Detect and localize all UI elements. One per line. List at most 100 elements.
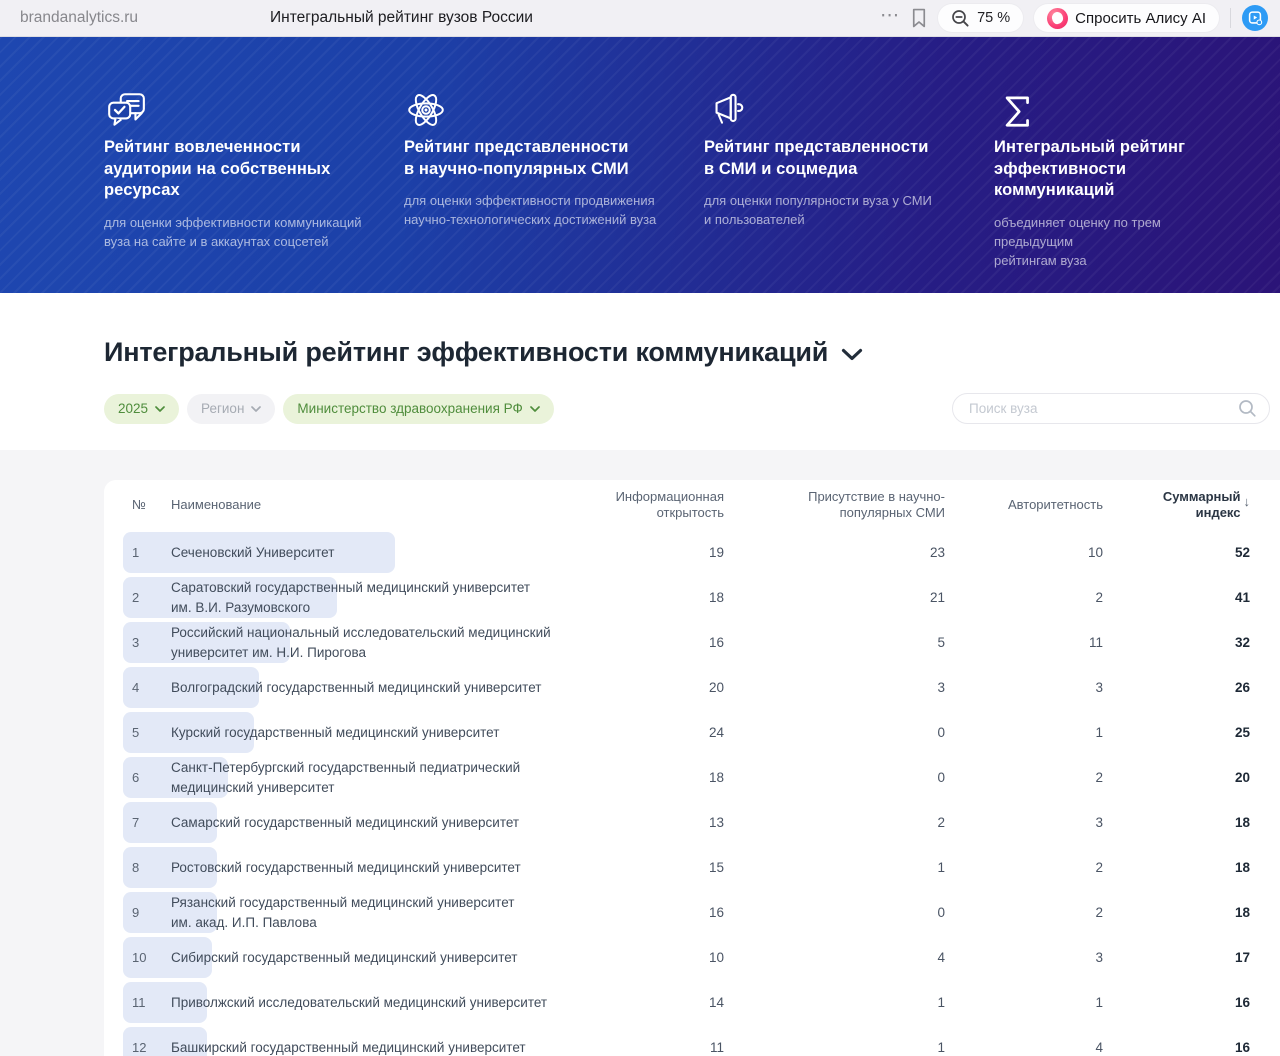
value-total-index: 26 — [1103, 680, 1250, 695]
table-row[interactable]: 9Рязанский государственный медицинский у… — [123, 890, 1250, 935]
value-authority: 3 — [945, 680, 1103, 695]
value-scipop-media: 1 — [724, 860, 945, 875]
alice-button-label: Спросить Алису AI — [1075, 10, 1206, 27]
chat-bubbles-icon — [104, 89, 374, 131]
university-name: Российский национальный исследовательски… — [171, 623, 601, 662]
rank-cell: 8 — [123, 860, 171, 875]
page-header-section: Интегральный рейтинг эффективности комму… — [0, 293, 1280, 450]
university-name: Саратовский государственный медицинский … — [171, 578, 601, 617]
table-row[interactable]: 4Волгоградский государственный медицинск… — [123, 665, 1250, 710]
university-name: Сеченовский Университет — [171, 543, 601, 563]
value-info-openness: 16 — [601, 635, 724, 650]
value-total-index: 17 — [1103, 950, 1250, 965]
col-header-scipop[interactable]: Присутствие в научно- популярных СМИ — [724, 489, 945, 521]
value-total-index: 25 — [1103, 725, 1250, 740]
rank-cell: 5 — [123, 725, 171, 740]
rank-cell: 12 — [123, 1040, 171, 1055]
value-scipop-media: 3 — [724, 680, 945, 695]
banner-card-engagement[interactable]: Рейтинг вовлеченности аудитории на собст… — [104, 89, 404, 270]
bookmark-icon[interactable] — [911, 8, 927, 28]
value-total-index: 18 — [1103, 860, 1250, 875]
col-header-info-openness[interactable]: Информационная открытость — [601, 489, 724, 521]
value-authority: 10 — [945, 545, 1103, 560]
rank-cell: 4 — [123, 680, 171, 695]
value-authority: 3 — [945, 815, 1103, 830]
megaphone-icon — [704, 89, 964, 131]
sort-desc-icon[interactable]: ↓ — [1244, 494, 1251, 510]
value-scipop-media: 0 — [724, 725, 945, 740]
ranking-table: № Наименование Информационная открытость… — [104, 480, 1280, 1056]
site-url-label[interactable]: brandanalytics.ru — [20, 9, 138, 27]
value-info-openness: 18 — [601, 590, 724, 605]
university-name: Сибирский государственный медицинский ун… — [171, 948, 601, 968]
table-row[interactable]: 8Ростовский государственный медицинский … — [123, 845, 1250, 890]
filter-year[interactable]: 2025 — [104, 394, 179, 424]
table-row[interactable]: 6Санкт-Петербургский государственный пед… — [123, 755, 1250, 800]
university-name: Волгоградский государственный медицински… — [171, 678, 601, 698]
rank-cell: 6 — [123, 770, 171, 785]
table-row[interactable]: 3Российский национальный исследовательск… — [123, 620, 1250, 665]
filter-region[interactable]: Регион — [187, 394, 275, 424]
university-name: Самарский государственный медицинский ун… — [171, 813, 601, 833]
value-authority: 2 — [945, 770, 1103, 785]
chevron-down-icon[interactable] — [841, 348, 863, 361]
extension-icon[interactable] — [1242, 5, 1268, 31]
banner-card-integral[interactable]: Интегральный рейтинг эффективности комму… — [994, 89, 1266, 270]
banner-card-scipop[interactable]: Рейтинг представленности в научно-популя… — [404, 89, 704, 270]
university-name: Ростовский государственный медицинский у… — [171, 858, 601, 878]
filter-ministry[interactable]: Министерство здравоохранения РФ — [283, 394, 553, 424]
banner-card-title: Рейтинг вовлеченности аудитории на собст… — [104, 137, 374, 202]
banner-card-media[interactable]: Рейтинг представленности в СМИ и соцмеди… — [704, 89, 994, 270]
banner-card-title: Рейтинг представленности в научно-популя… — [404, 137, 674, 180]
university-search[interactable] — [952, 393, 1270, 424]
table-header: № Наименование Информационная открытость… — [123, 480, 1250, 530]
value-scipop-media: 2 — [724, 815, 945, 830]
table-body: 1Сеченовский Университет192310522Саратов… — [123, 530, 1250, 1056]
value-authority: 2 — [945, 860, 1103, 875]
table-row[interactable]: 5Курский государственный медицинский уни… — [123, 710, 1250, 755]
col-header-name[interactable]: Наименование — [171, 497, 601, 513]
table-row[interactable]: 11Приволжский исследовательский медицинс… — [123, 980, 1250, 1025]
banner-card-title: Интегральный рейтинг эффективности комму… — [994, 137, 1236, 202]
search-input[interactable] — [969, 401, 1238, 416]
table-row[interactable]: 10Сибирский государственный медицинский … — [123, 935, 1250, 980]
value-info-openness: 14 — [601, 995, 724, 1010]
value-authority: 4 — [945, 1040, 1103, 1055]
value-scipop-media: 1 — [724, 1040, 945, 1055]
search-icon[interactable] — [1238, 399, 1257, 418]
topbar-right-cluster: ⋯ 75 % Спросить Алису AI — [880, 0, 1268, 36]
value-info-openness: 13 — [601, 815, 724, 830]
alice-ai-button[interactable]: Спросить Алису AI — [1034, 4, 1219, 32]
value-scipop-media: 21 — [724, 590, 945, 605]
value-total-index: 20 — [1103, 770, 1250, 785]
filter-ministry-label: Министерство здравоохранения РФ — [297, 401, 522, 416]
value-total-index: 16 — [1103, 1040, 1250, 1055]
chevron-down-icon — [155, 406, 165, 412]
page-title[interactable]: Интегральный рейтинг эффективности комму… — [104, 337, 1270, 368]
page-title-text: Интегральный рейтинг эффективности комму… — [104, 337, 828, 368]
table-row[interactable]: 1Сеченовский Университет19231052 — [123, 530, 1250, 575]
alice-icon — [1047, 8, 1068, 29]
value-scipop-media: 23 — [724, 545, 945, 560]
value-info-openness: 24 — [601, 725, 724, 740]
more-menu-icon[interactable]: ⋯ — [880, 6, 900, 31]
sigma-icon — [994, 89, 1236, 131]
zoom-level: 75 % — [977, 10, 1010, 26]
chevron-down-icon — [530, 406, 540, 412]
zoom-out-icon[interactable] — [951, 9, 970, 28]
university-name: Приволжский исследовательский медицински… — [171, 993, 601, 1013]
table-row[interactable]: 7Самарский государственный медицинский у… — [123, 800, 1250, 845]
active-tab-title[interactable]: Интегральный рейтинг вузов России — [270, 9, 533, 27]
col-header-authority[interactable]: Авторитетность — [945, 497, 1103, 513]
table-row[interactable]: 12Башкирский государственный медицинский… — [123, 1025, 1250, 1056]
value-info-openness: 20 — [601, 680, 724, 695]
value-scipop-media: 4 — [724, 950, 945, 965]
zoom-control[interactable]: 75 % — [938, 4, 1023, 32]
atom-icon — [404, 89, 674, 131]
university-name: Курский государственный медицинский унив… — [171, 723, 601, 743]
rank-cell: 2 — [123, 590, 171, 605]
col-header-total[interactable]: Суммарный индекс ↓ — [1103, 489, 1250, 521]
col-header-rank[interactable]: № — [123, 497, 171, 513]
table-row[interactable]: 2Саратовский государственный медицинский… — [123, 575, 1250, 620]
value-info-openness: 16 — [601, 905, 724, 920]
